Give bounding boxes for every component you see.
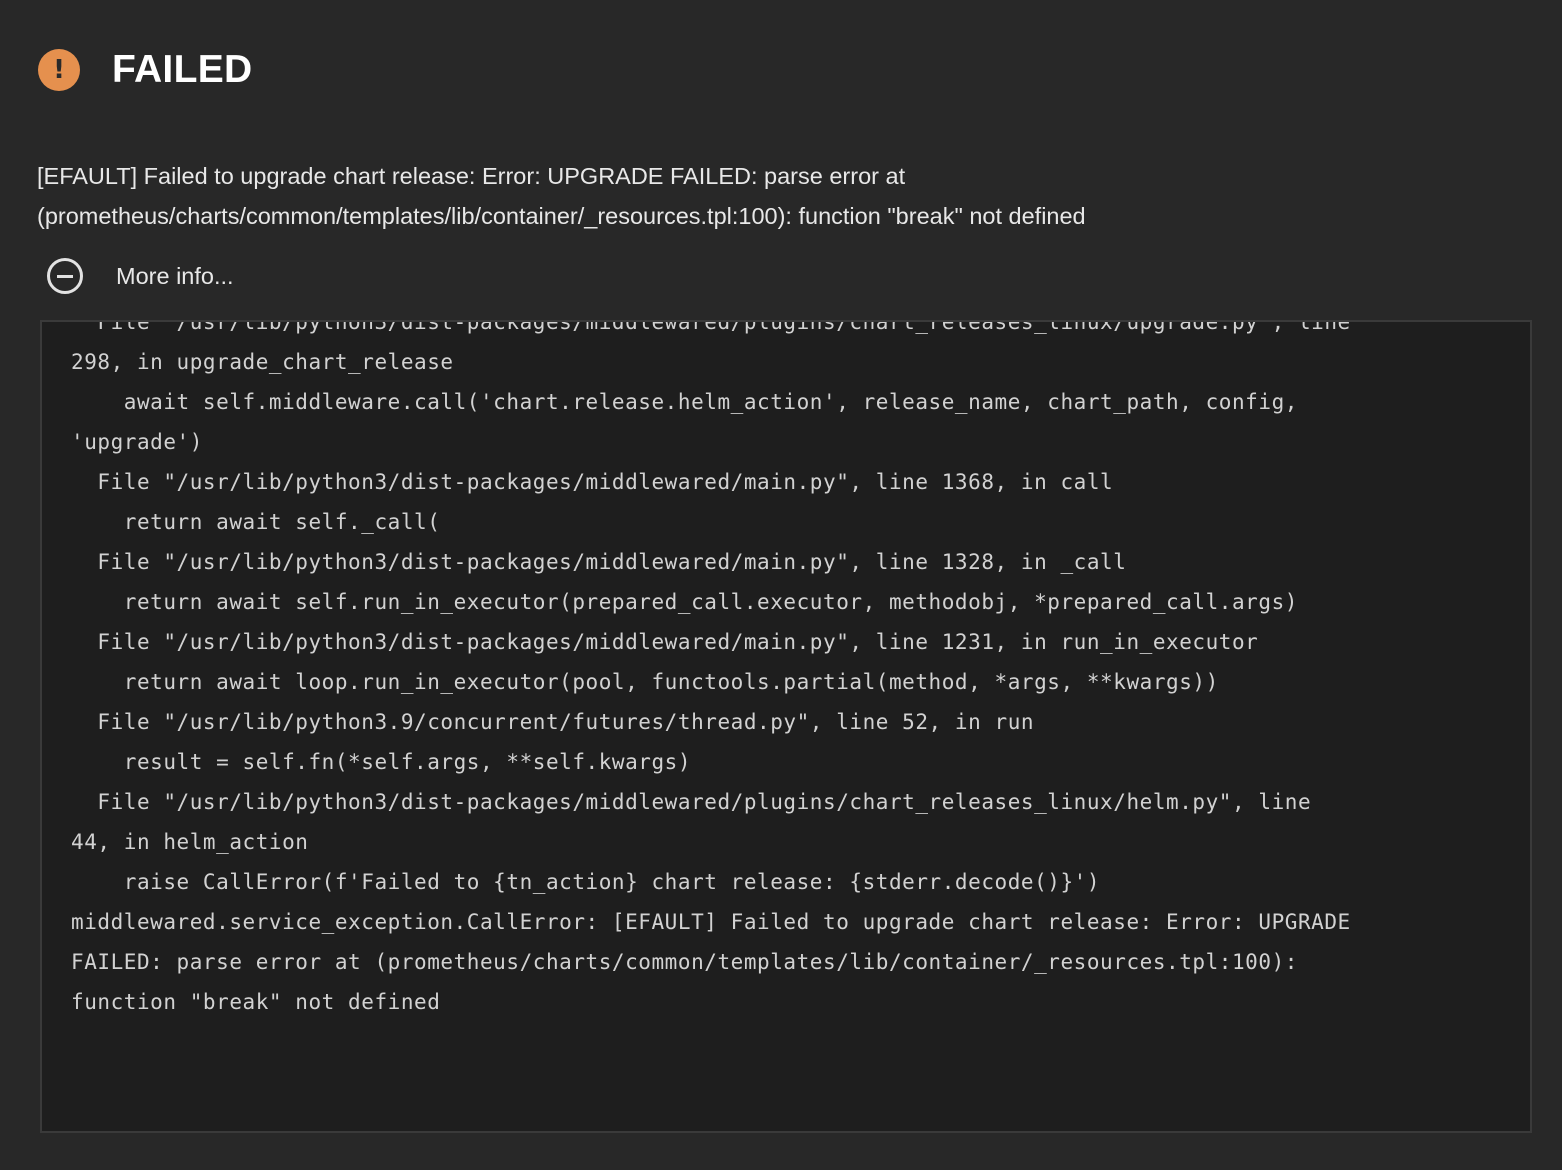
traceback-line: File "/usr/lib/python3/dist-packages/mid… (71, 320, 1351, 334)
error-dialog: ! FAILED [EFAULT] Failed to upgrade char… (0, 0, 1562, 1170)
traceback-line: FAILED: parse error at (prometheus/chart… (71, 950, 1298, 974)
traceback-line: File "/usr/lib/python3.9/concurrent/futu… (71, 710, 1035, 734)
traceback-line: return await loop.run_in_executor(pool, … (71, 670, 1219, 694)
traceback-panel[interactable]: File "/usr/lib/python3/dist-packages/mid… (40, 320, 1532, 1133)
traceback-line: File "/usr/lib/python3/dist-packages/mid… (71, 630, 1259, 654)
dialog-title: FAILED (112, 48, 253, 91)
more-info-toggle[interactable]: More info... (47, 255, 234, 297)
traceback-line: result = self.fn(*self.args, **self.kwar… (71, 750, 692, 774)
traceback-line: 298, in upgrade_chart_release (71, 350, 454, 374)
dialog-header: ! FAILED (38, 46, 252, 94)
traceback-line: function "break" not defined (71, 990, 441, 1014)
traceback-text: File "/usr/lib/python3/dist-packages/mid… (71, 320, 1511, 1022)
error-message: [EFAULT] Failed to upgrade chart release… (37, 163, 1086, 229)
traceback-line: File "/usr/lib/python3/dist-packages/mid… (71, 550, 1127, 574)
warning-circle-icon: ! (38, 49, 80, 91)
traceback-line: return await self.run_in_executor(prepar… (71, 590, 1298, 614)
traceback-line: raise CallError(f'Failed to {tn_action} … (71, 870, 1101, 894)
traceback-line: middlewared.service_exception.CallError:… (71, 910, 1351, 934)
traceback-line: await self.middleware.call('chart.releas… (71, 390, 1298, 414)
more-info-label[interactable]: More info... (116, 263, 234, 290)
traceback-line: File "/usr/lib/python3/dist-packages/mid… (71, 470, 1114, 494)
traceback-line: File "/usr/lib/python3/dist-packages/mid… (71, 790, 1312, 814)
minus-circle-icon[interactable] (47, 258, 83, 294)
traceback-line: 'upgrade') (71, 430, 203, 454)
traceback-line: 44, in helm_action (71, 830, 309, 854)
traceback-line: return await self._call( (71, 510, 441, 534)
